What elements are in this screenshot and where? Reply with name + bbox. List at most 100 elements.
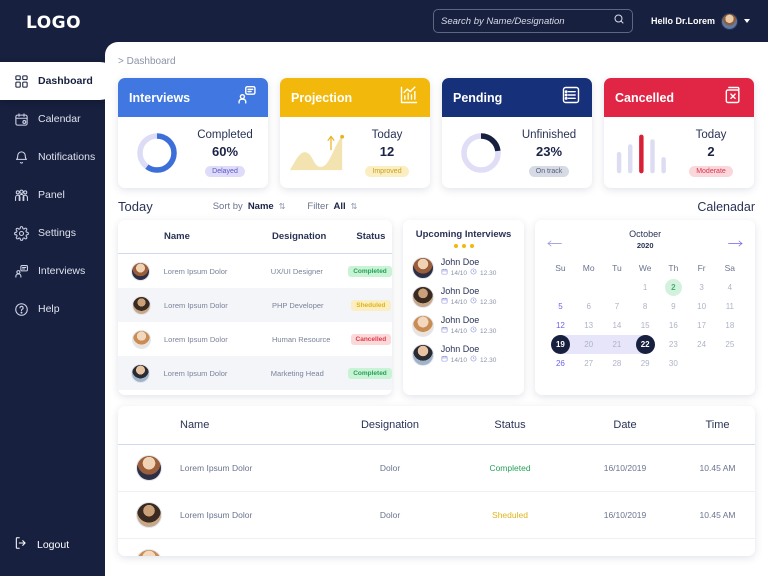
- calendar-day-20[interactable]: 20: [574, 335, 603, 354]
- calendar-day-10[interactable]: 10: [688, 297, 716, 316]
- calendar-day-21[interactable]: 21: [602, 335, 632, 354]
- calendar-day-2[interactable]: 2: [659, 278, 687, 297]
- stat-card-chart: [613, 127, 673, 179]
- calendar-day-empty: [603, 278, 631, 297]
- interviews-table-body: Lorem Ipsum Dolor Dolor Completed 16/10/201…: [118, 445, 755, 556]
- filter-value: All: [333, 201, 346, 212]
- calendar-day-label: 25: [725, 340, 735, 349]
- col-name: Name: [164, 231, 190, 242]
- sidebar-item-dashboard[interactable]: Dashboard: [0, 62, 119, 100]
- sidebar-item-panel[interactable]: Panel: [0, 176, 105, 214]
- calendar-day-19[interactable]: 19: [546, 335, 575, 354]
- interview-date: 14/10: [450, 356, 468, 364]
- sidebar-item-notifications[interactable]: Notifications: [0, 138, 105, 176]
- table-row[interactable]: Lorem Ipsum Dolor Marketing Head Completed: [118, 356, 392, 390]
- avatar: [131, 329, 151, 349]
- calendar-day-7[interactable]: 7: [603, 297, 631, 316]
- today-table-body: Lorem Ipsum Dolor UX/UI Designer Completed…: [118, 254, 392, 390]
- arrow-left-icon[interactable]: [546, 234, 563, 247]
- calendar-day-15[interactable]: 15: [631, 316, 659, 335]
- calendar-day-28[interactable]: 28: [603, 354, 631, 373]
- status-badge: Completed: [348, 367, 392, 379]
- search-icon[interactable]: [613, 12, 625, 30]
- calendar-day-label: 12: [555, 321, 565, 330]
- sidebar-item-settings[interactable]: Settings: [0, 214, 105, 252]
- list-item[interactable]: John Doe 14/10 12.30: [403, 311, 525, 340]
- status-badge: On track: [528, 165, 570, 177]
- filter-control[interactable]: Filter All ⇅: [307, 201, 357, 212]
- calendar-dow-row: Su Mo Tu We Th Fr Sa: [546, 258, 744, 278]
- stat-card-pending[interactable]: Pending Unfinished 23% On track: [442, 78, 592, 188]
- calendar-day-17[interactable]: 17: [688, 316, 716, 335]
- stat-card-header: Interviews: [118, 78, 268, 117]
- stat-card-cancelled[interactable]: Cancelled Today 2 Moderate: [604, 78, 754, 188]
- calendar-day-23[interactable]: 23: [659, 335, 687, 354]
- interview-name: John Doe: [440, 344, 480, 354]
- search-input[interactable]: [440, 15, 613, 27]
- table-row[interactable]: Lorem Ipsum Dolor Human Resource Cancelled: [118, 322, 392, 356]
- stat-card-chart: [127, 127, 187, 179]
- table-row[interactable]: Lorem Ipsum Dolor Dolor Completed 16/10/201…: [118, 445, 755, 492]
- clock-icon: [470, 268, 477, 279]
- sidebar-item-calendar[interactable]: Calendar: [0, 100, 105, 138]
- logout-button[interactable]: Logout: [14, 536, 69, 553]
- list-item[interactable]: John Doe 14/10 12.30: [403, 253, 525, 282]
- calendar-day-22[interactable]: 22: [631, 335, 660, 354]
- table-row[interactable]: Lorem Ipsum Dolor PHP Developer Sheduled: [118, 288, 392, 322]
- calendar-day-6[interactable]: 6: [575, 297, 603, 316]
- calendar-day-label: 11: [725, 302, 734, 311]
- calendar-day-14[interactable]: 14: [603, 316, 631, 335]
- search-box[interactable]: [432, 9, 633, 33]
- calendar-day-25[interactable]: 25: [716, 335, 744, 354]
- cell-time: 10.45 AM: [699, 510, 736, 520]
- table-row[interactable]: Lorem Ipsum Dolor Dolor Sheduled 16/10/2019…: [118, 492, 755, 539]
- interview-name: John Doe: [440, 315, 480, 325]
- list-icon: [561, 85, 581, 110]
- cell-name: Lorem Ipsum Dolor: [163, 368, 228, 378]
- calendar-day-empty: [688, 354, 716, 373]
- calendar-day-5[interactable]: 5: [546, 297, 574, 316]
- list-item[interactable]: John Doe 14/10 12.30: [403, 282, 525, 311]
- calendar-day-11[interactable]: 11: [716, 297, 744, 316]
- calendar-day-3[interactable]: 3: [688, 278, 716, 297]
- calendar-day-24[interactable]: 24: [688, 335, 716, 354]
- calendar-day-16[interactable]: 16: [659, 316, 687, 335]
- calendar-day-4[interactable]: 4: [716, 278, 744, 297]
- table-row[interactable]: Lorem Ipsum Dolor UX/UI Designer Completed: [118, 254, 392, 288]
- calendar-day-1[interactable]: 1: [631, 278, 659, 297]
- calendar-day-13[interactable]: 13: [575, 316, 603, 335]
- interview-date: 14/10: [450, 327, 468, 335]
- calendar-day-empty: [575, 278, 603, 297]
- calendar-day-8[interactable]: 8: [631, 297, 659, 316]
- interview-name: John Doe: [440, 286, 480, 296]
- user-menu[interactable]: Hello Dr.Lorem: [651, 12, 750, 30]
- sidebar-item-interviews[interactable]: Interviews: [0, 252, 105, 290]
- sort-arrows-icon[interactable]: ⇅: [279, 202, 286, 211]
- calendar-header: October 2020: [546, 229, 744, 251]
- list-item[interactable]: John Doe 14/10 12.30: [403, 340, 525, 369]
- calendar-day-30[interactable]: 30: [659, 354, 687, 373]
- arrow-right-icon[interactable]: [727, 234, 744, 247]
- calendar-day-label: 4: [727, 283, 733, 292]
- stat-card-header: Pending: [442, 78, 592, 117]
- calendar-day-26[interactable]: 26: [546, 354, 574, 373]
- pagination-dots[interactable]: [403, 244, 525, 248]
- calendar-day-18[interactable]: 18: [716, 316, 744, 335]
- interviews-table-header: Name Designation Status Date Time: [118, 406, 755, 445]
- stat-card-interviews[interactable]: Interviews Completed 60% Delayed: [118, 78, 268, 188]
- calendar-day-label: 20: [584, 340, 594, 349]
- sort-by-control[interactable]: Sort by Name ⇅: [213, 201, 286, 212]
- calendar-day-empty: [716, 354, 744, 373]
- stat-card-title: Pending: [453, 90, 503, 105]
- calendar-day-29[interactable]: 29: [631, 354, 659, 373]
- calendar-day-12[interactable]: 12: [546, 316, 574, 335]
- sidebar-item-help[interactable]: Help: [0, 290, 105, 328]
- calendar-day-27[interactable]: 27: [575, 354, 603, 373]
- calendar-day-empty: [546, 278, 574, 297]
- table-row[interactable]: Lorem Ipsum DolorDolor: [118, 539, 755, 556]
- chevron-down-icon[interactable]: [744, 19, 750, 23]
- calendar-week: 12 13 14 15 16 17 18: [546, 316, 744, 335]
- calendar-day-9[interactable]: 9: [659, 297, 687, 316]
- filter-arrows-icon[interactable]: ⇅: [351, 202, 358, 211]
- stat-card-projection[interactable]: Projection Today 12 Improved: [280, 78, 430, 188]
